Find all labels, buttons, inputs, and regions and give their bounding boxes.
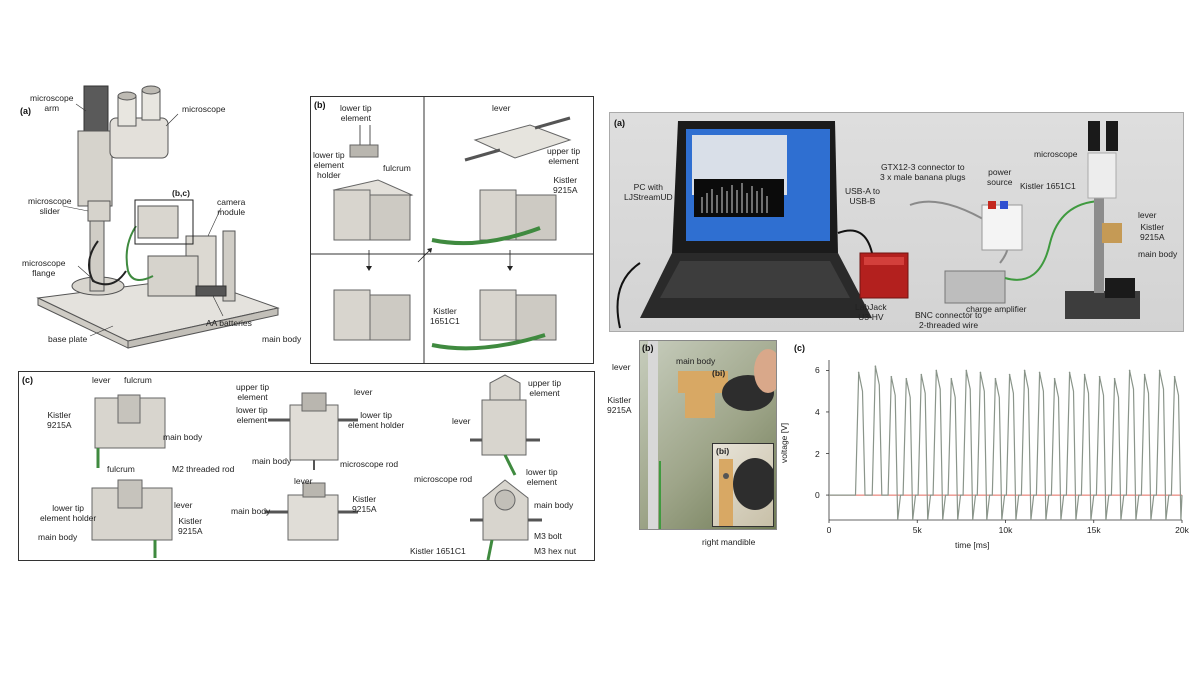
chart-pulse-peak xyxy=(1023,369,1026,372)
chart-pulse-peak xyxy=(1068,371,1071,374)
chart-pulse-peak xyxy=(1128,369,1131,372)
chart-pulse-peak xyxy=(874,365,877,368)
chart-xlabel: time [ms] xyxy=(955,540,990,550)
chart-pulse-peak xyxy=(1083,373,1086,376)
chart-y-tick-label: 6 xyxy=(815,365,820,376)
chart-x-tick-label: 20k xyxy=(1175,525,1189,535)
chart-pulse-peak xyxy=(935,369,938,372)
chart-y-tick-label: 2 xyxy=(815,448,820,459)
chart-y-tick-label: 4 xyxy=(815,406,820,417)
chart-pulse-peak xyxy=(965,369,968,372)
chart-x-tick-label: 0 xyxy=(826,525,832,535)
chart-ylabel: voltage [V] xyxy=(779,422,789,463)
chart-pulse-peak xyxy=(857,371,860,374)
chart-pulse-peak xyxy=(1143,373,1146,376)
chart-x-tick-label: 10k xyxy=(998,525,1013,535)
chart-x-tick-label: 15k xyxy=(1086,525,1101,535)
chart-series-voltage xyxy=(829,366,1183,521)
chart-pulse-peak xyxy=(1098,375,1101,378)
chart-pulse-peak xyxy=(1053,377,1056,380)
chart-pulse-peak xyxy=(1158,369,1161,372)
chart-pulse-peak xyxy=(1113,377,1116,380)
voltage-chart xyxy=(826,360,1183,523)
chart-pulse-peak xyxy=(920,373,923,376)
chart-pulse-peak xyxy=(1173,375,1176,378)
chart-pulse-peak xyxy=(905,377,908,380)
chart-pulse-peak xyxy=(950,377,953,380)
chart-pulse-peak xyxy=(979,371,982,374)
chart-x-tick-label: 5k xyxy=(912,525,922,535)
chart-pulse-peak xyxy=(1008,373,1011,376)
chart-y-tick-label: 0 xyxy=(815,490,820,501)
chart-pulse-peak xyxy=(1038,371,1041,374)
chart-pulse-peak xyxy=(994,377,997,380)
chart-pulse-peak xyxy=(890,375,893,378)
